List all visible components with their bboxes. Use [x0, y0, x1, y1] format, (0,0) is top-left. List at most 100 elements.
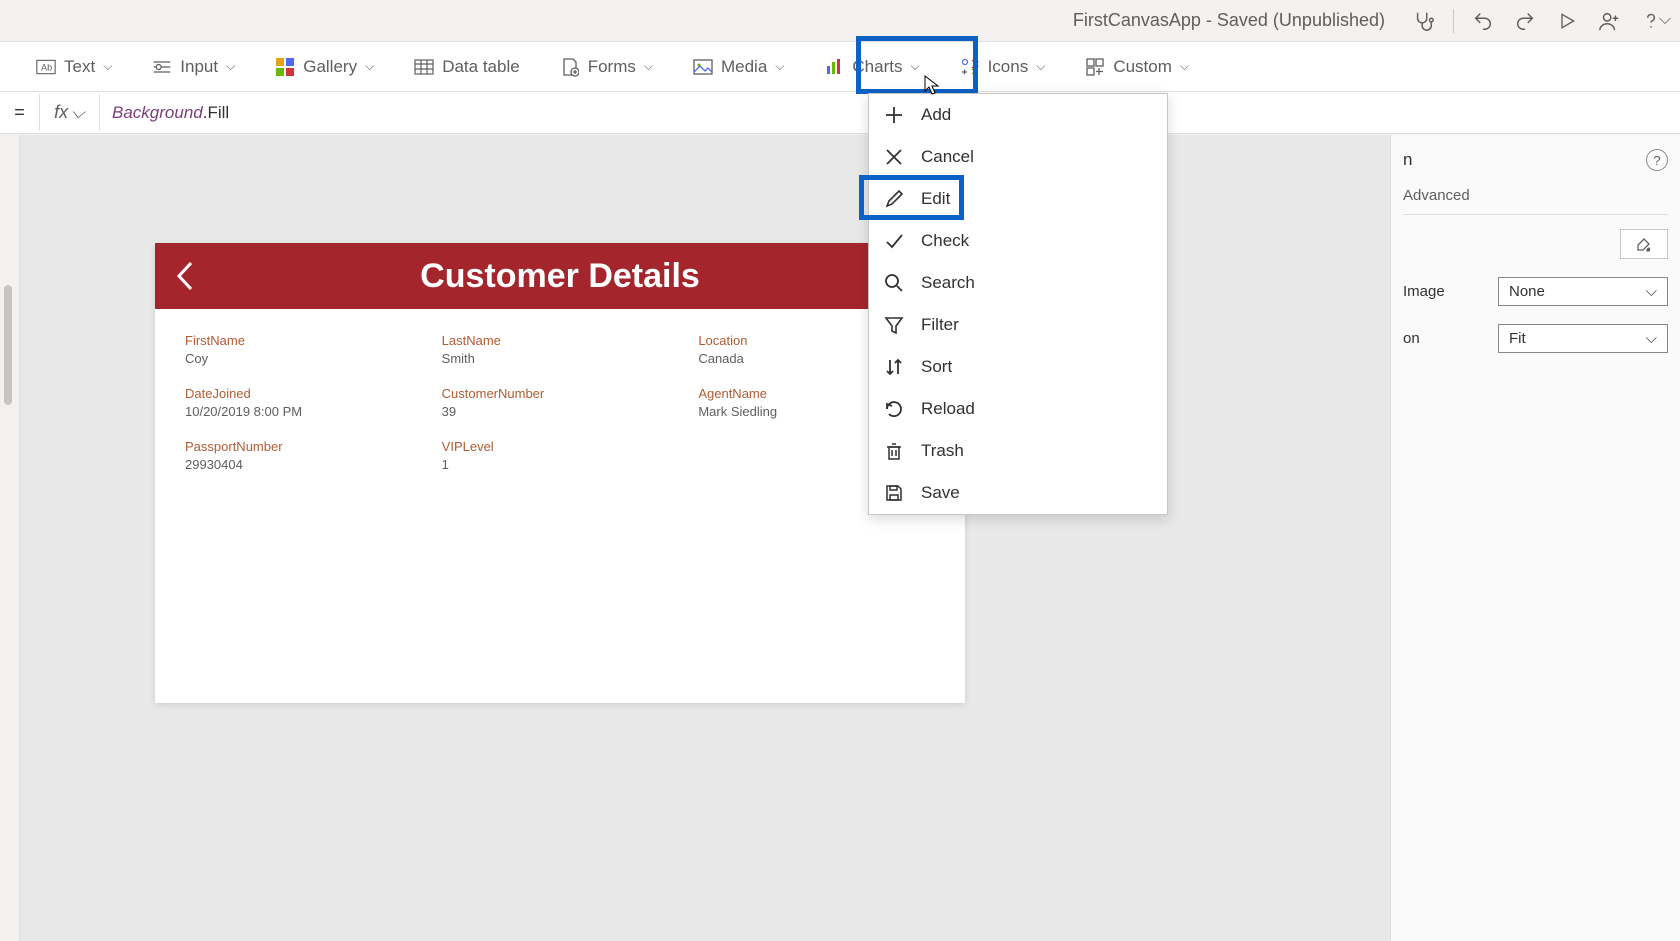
ribbon-custom[interactable]: Custom ⌵ [1079, 42, 1195, 91]
ribbon-forms[interactable]: Forms ⌵ [554, 42, 659, 91]
ribbon-icons-label: Icons [988, 57, 1029, 77]
chevron-down-icon: ⌵ [226, 59, 235, 74]
callout-highlight-edit [859, 175, 964, 220]
reload-icon [883, 398, 905, 420]
undo-button[interactable] [1464, 2, 1502, 40]
forms-icon [560, 57, 580, 77]
ribbon-forms-label: Forms [588, 57, 636, 77]
menu-item-label: Sort [921, 357, 952, 377]
ribbon-gallery[interactable]: Gallery ⌵ [269, 42, 380, 91]
menu-item-label: Cancel [921, 147, 974, 167]
icons-menu-item-search[interactable]: Search [869, 262, 1167, 304]
field-vip: VIPLevel 1 [442, 435, 679, 482]
back-arrow-icon[interactable] [173, 259, 195, 293]
panel-help-icon[interactable]: ? [1646, 149, 1668, 171]
redo-button[interactable] [1506, 2, 1544, 40]
label: DateJoined [185, 386, 422, 401]
field-lastname: LastName Smith [442, 329, 679, 376]
panel-title: n [1403, 150, 1412, 170]
select-value: None [1509, 283, 1545, 300]
ribbon-gallery-label: Gallery [303, 57, 357, 77]
scrollbar-thumb[interactable] [4, 285, 12, 405]
gallery-icon [275, 57, 295, 77]
label: LastName [442, 333, 679, 348]
field-firstname: FirstName Coy [185, 329, 422, 376]
ribbon-datatable-label: Data table [442, 57, 520, 77]
icons-menu-item-check[interactable]: Check [869, 220, 1167, 262]
person-icon [1598, 10, 1620, 32]
label: FirstName [185, 333, 422, 348]
tree-view-rail[interactable] [0, 135, 20, 941]
icons-menu-item-add[interactable]: Add [869, 94, 1167, 136]
formula-equals: = [0, 94, 40, 131]
value: 39 [442, 404, 679, 419]
select-value: Fit [1509, 330, 1526, 347]
value: 10/20/2019 8:00 PM [185, 404, 422, 419]
ribbon-input[interactable]: Input ⌵ [146, 42, 241, 91]
field-passport: PassportNumber 29930404 [185, 435, 422, 482]
field-datejoined: DateJoined 10/20/2019 8:00 PM [185, 382, 422, 429]
properties-panel: n ? Advanced Image None ⌵ on Fit ⌵ [1390, 135, 1680, 941]
ribbon-custom-label: Custom [1113, 57, 1172, 77]
formula-expand-button[interactable]: ⌵ [1650, 0, 1680, 40]
formula-token-2: .Fill [203, 103, 229, 122]
label: PassportNumber [185, 439, 422, 454]
fill-color-button[interactable] [1620, 229, 1668, 259]
icons-dropdown[interactable]: AddCancelEditCheckSearchFilterSortReload… [868, 93, 1168, 515]
search-icon [883, 272, 905, 294]
chevron-down-icon: ⌵ [775, 59, 784, 74]
app-title: FirstCanvasApp - Saved (Unpublished) [1073, 10, 1385, 31]
label: CustomerNumber [442, 386, 679, 401]
play-button[interactable] [1548, 2, 1586, 40]
chevron-down-icon: ⌵ [1036, 59, 1045, 74]
app-checker-button[interactable] [1405, 2, 1443, 40]
menu-item-label: Filter [921, 315, 959, 335]
icons-menu-item-sort[interactable]: Sort [869, 346, 1167, 388]
trash-icon [883, 440, 905, 462]
add-icon [883, 104, 905, 126]
prop-image-label: Image [1403, 283, 1445, 300]
ribbon-datatable[interactable]: Data table [408, 42, 526, 91]
formula-fx-button[interactable]: fx ⌵ [40, 94, 100, 131]
text-icon: Ab [36, 57, 56, 77]
menu-item-label: Trash [921, 441, 964, 461]
menu-item-label: Reload [921, 399, 975, 419]
cancel-icon [883, 146, 905, 168]
charts-icon [824, 57, 844, 77]
chevron-down-icon: ⌵ [1180, 59, 1189, 74]
menu-item-label: Save [921, 483, 960, 503]
canvas-area[interactable]: Customer Details FirstName Coy LastName … [20, 135, 1390, 941]
svg-text:Ab: Ab [41, 62, 52, 72]
title-bar: FirstCanvasApp - Saved (Unpublished) [0, 0, 1680, 42]
label: VIPLevel [442, 439, 679, 454]
stethoscope-icon [1413, 10, 1435, 32]
ribbon-media[interactable]: Media ⌵ [687, 42, 790, 91]
prop-image-select[interactable]: None ⌵ [1498, 277, 1668, 306]
tab-advanced[interactable]: Advanced [1403, 187, 1470, 204]
icons-menu-item-cancel[interactable]: Cancel [869, 136, 1167, 178]
ribbon-input-label: Input [180, 57, 218, 77]
chevron-down-icon: ⌵ [365, 59, 374, 74]
field-customernumber: CustomerNumber 39 [442, 382, 679, 429]
icons-menu-item-trash[interactable]: Trash [869, 430, 1167, 472]
screen-header: Customer Details [155, 243, 965, 309]
ribbon-text-label: Text [64, 57, 95, 77]
mouse-cursor-icon [924, 75, 940, 95]
filter-icon [883, 314, 905, 336]
ribbon-text[interactable]: Ab Text ⌵ [30, 42, 118, 91]
app-screen[interactable]: Customer Details FirstName Coy LastName … [155, 243, 965, 703]
chevron-down-icon: ⌵ [71, 102, 85, 123]
chevron-down-icon: ⌵ [1646, 283, 1657, 300]
datatable-icon [414, 57, 434, 77]
value: 29930404 [185, 457, 422, 472]
icons-menu-item-reload[interactable]: Reload [869, 388, 1167, 430]
prop-position-select[interactable]: Fit ⌵ [1498, 324, 1668, 353]
chevron-down-icon: ⌵ [644, 59, 653, 74]
icons-menu-item-filter[interactable]: Filter [869, 304, 1167, 346]
share-button[interactable] [1590, 2, 1628, 40]
icons-menu-item-save[interactable]: Save [869, 472, 1167, 514]
custom-icon [1085, 57, 1105, 77]
value: Smith [442, 351, 679, 366]
menu-item-label: Search [921, 273, 975, 293]
redo-icon [1514, 10, 1536, 32]
